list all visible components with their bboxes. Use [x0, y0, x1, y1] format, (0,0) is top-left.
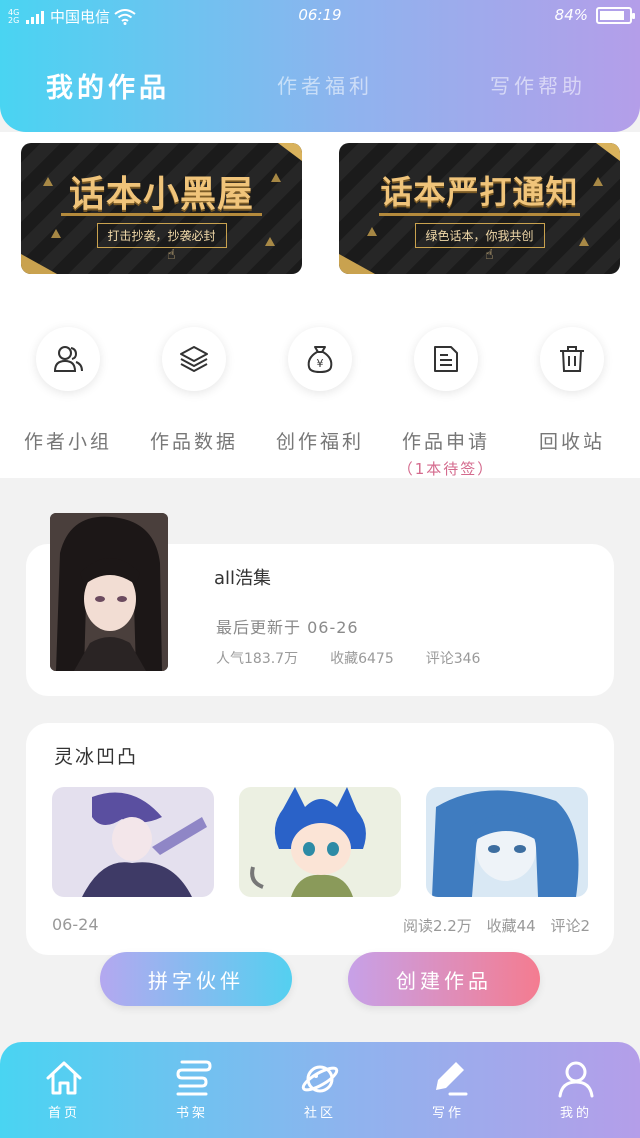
- bookshelf-icon: [176, 1060, 212, 1096]
- work-title[interactable]: all浩集: [214, 564, 271, 590]
- update-title[interactable]: 灵冰凹凸: [54, 742, 138, 769]
- favorites-count: 收藏6475: [330, 651, 394, 667]
- nav-label: 首页: [47, 1106, 80, 1121]
- tool-label: 作品申请: [401, 431, 490, 453]
- planet-icon: [301, 1065, 339, 1093]
- trash-icon: [560, 346, 584, 372]
- tab-my-works[interactable]: 我的作品: [46, 66, 170, 105]
- nav-profile[interactable]: 我的: [526, 1058, 626, 1121]
- document-icon: [434, 346, 458, 372]
- nav-label: 社区: [303, 1106, 336, 1121]
- bottom-nav: 首页 书架 社区 写作 我的: [0, 1042, 640, 1138]
- writing-partner-button[interactable]: 拼字伙伴: [100, 952, 292, 1006]
- nav-label: 写作: [431, 1106, 464, 1121]
- banner-crackdown-notice[interactable]: 话本严打通知 绿色话本，你我共创 ☝: [339, 143, 620, 274]
- tab-writing-help[interactable]: 写作帮助: [490, 70, 586, 99]
- tool-author-group[interactable]: 作者小组: [8, 327, 128, 454]
- tool-work-application[interactable]: 作品申请 （1本待签）: [386, 327, 506, 479]
- tool-label: 创作福利: [275, 431, 364, 453]
- status-bar: 4G 2G 中国电信 06:19 84%: [0, 0, 640, 34]
- banner-title: 话本小黑屋: [68, 174, 254, 215]
- pointer-icon: ☝: [485, 247, 494, 263]
- home-icon: [46, 1061, 82, 1095]
- users-icon: [53, 346, 83, 372]
- work-cover-image[interactable]: [50, 513, 168, 671]
- battery-percent: 84%: [554, 6, 588, 24]
- header: 4G 2G 中国电信 06:19 84% 我的作品 作者福利 写作帮助: [0, 0, 640, 132]
- clock: 06:19: [298, 6, 342, 24]
- tool-recycle-bin[interactable]: 回收站: [512, 327, 632, 454]
- reads-count: 阅读2.2万: [402, 917, 472, 935]
- tool-work-data[interactable]: 作品数据: [134, 327, 254, 454]
- banner-blacklist[interactable]: 话本小黑屋 打击抄袭，抄袭必封 ☝: [21, 143, 302, 274]
- nav-label: 书架: [175, 1106, 208, 1121]
- battery-icon: [596, 6, 635, 24]
- update-image-1[interactable]: [52, 787, 214, 897]
- banner-subtitle: 绿色话本，你我共创: [414, 223, 545, 248]
- tool-creation-benefits[interactable]: ¥ 创作福利: [260, 327, 380, 454]
- pen-icon: [436, 1062, 468, 1096]
- update-image-2[interactable]: [239, 787, 401, 897]
- work-stats: 人气183.7万 收藏6475 评论346: [216, 648, 512, 668]
- layers-icon: [180, 346, 208, 372]
- update-date: 06-24: [52, 915, 99, 934]
- top-tabs: 我的作品 作者福利 写作帮助: [0, 70, 640, 110]
- banner-subtitle: 打击抄袭，抄袭必封: [96, 223, 227, 248]
- comments-count: 评论2: [550, 917, 590, 935]
- nav-community[interactable]: 社区: [270, 1058, 370, 1121]
- svg-text:¥: ¥: [317, 357, 324, 370]
- nav-bookshelf[interactable]: 书架: [142, 1058, 242, 1121]
- tab-author-benefits[interactable]: 作者福利: [277, 70, 373, 99]
- nav-home[interactable]: 首页: [14, 1058, 114, 1121]
- update-image-3[interactable]: [426, 787, 588, 897]
- update-stats: 阅读2.2万 收藏44 评论2: [393, 915, 590, 936]
- pending-sign-count: （1本待签）: [397, 460, 495, 478]
- tool-label: 作品数据: [149, 431, 238, 453]
- nav-write[interactable]: 写作: [398, 1058, 498, 1121]
- work-last-updated: 最后更新于 06-26: [216, 618, 359, 637]
- comments-count: 评论346: [425, 651, 481, 667]
- favorites-count: 收藏44: [486, 917, 536, 935]
- create-work-button[interactable]: 创建作品: [348, 952, 540, 1006]
- pointer-icon: ☝: [167, 247, 176, 263]
- profile-icon: [558, 1061, 594, 1098]
- banner-title: 话本严打通知: [380, 173, 579, 211]
- nav-label: 我的: [559, 1106, 592, 1121]
- money-bag-icon: ¥: [307, 346, 333, 374]
- tool-label: 回收站: [538, 431, 605, 453]
- popularity-count: 人气183.7万: [216, 651, 299, 667]
- tool-label: 作者小组: [23, 431, 112, 453]
